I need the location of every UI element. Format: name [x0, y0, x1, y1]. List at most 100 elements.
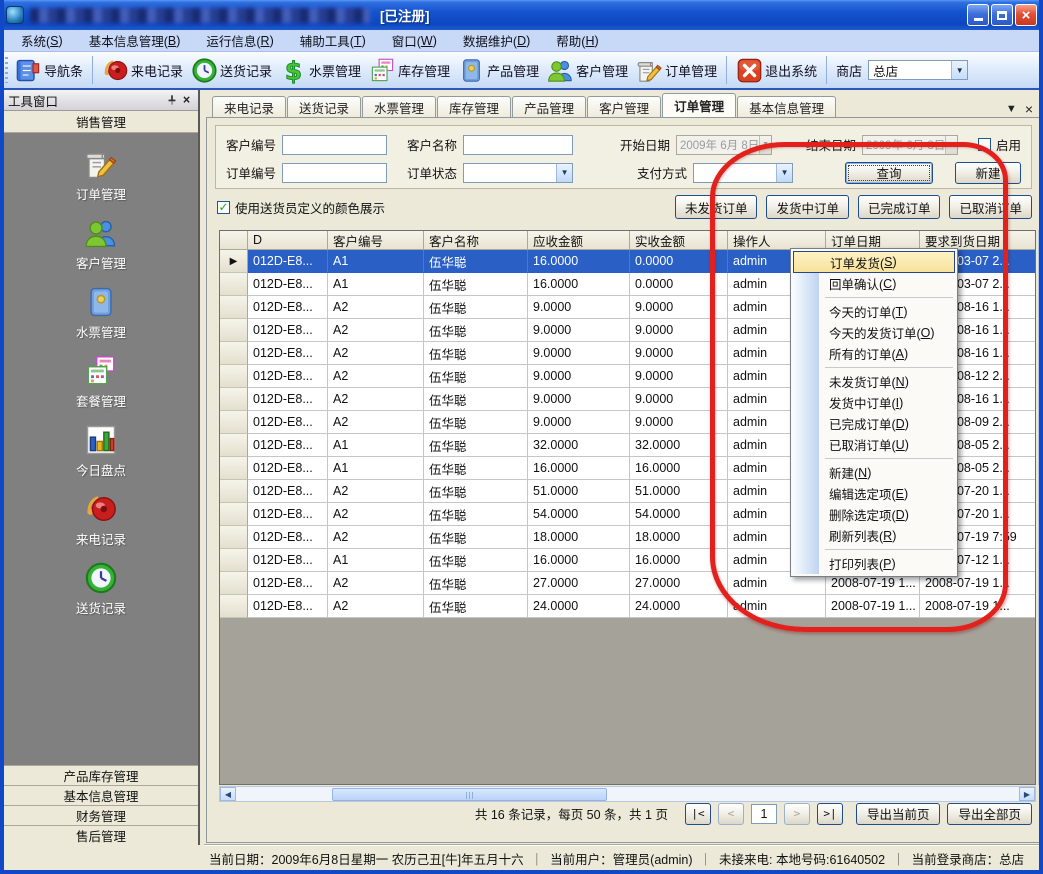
row-selector-cell[interactable]	[220, 434, 248, 457]
close-button[interactable]: ×	[1015, 4, 1037, 26]
context-menu-item-回单确认[interactable]: 回单确认(C)	[793, 273, 955, 294]
enable-checkbox-group[interactable]: ✓ 启用	[978, 135, 1021, 154]
tab-close-icon[interactable]: ×	[1025, 101, 1033, 117]
pin-icon[interactable]	[164, 93, 179, 108]
query-button[interactable]: 查询	[845, 162, 933, 184]
column-header-实收金额[interactable]: 实收金额	[630, 231, 728, 250]
filter-button-发货中订单[interactable]: 发货中订单	[766, 195, 849, 219]
tool-window-close-icon[interactable]: ×	[179, 93, 194, 108]
maximize-button[interactable]	[991, 4, 1013, 26]
row-selector-cell[interactable]	[220, 319, 248, 342]
row-selector-cell[interactable]	[220, 526, 248, 549]
toolbar-button-产品管理[interactable]: 产品管理	[454, 55, 543, 86]
column-header-D[interactable]: D	[248, 231, 328, 250]
first-page-button[interactable]: |<	[685, 803, 711, 825]
row-selector-cell[interactable]	[220, 296, 248, 319]
menu-item-辅助工具[interactable]: 辅助工具(T)	[287, 30, 379, 52]
sidebar-section-财务管理[interactable]: 财务管理	[4, 805, 198, 825]
column-header-客户名称[interactable]: 客户名称	[424, 231, 528, 250]
sidebar-section-售后管理[interactable]: 售后管理	[4, 825, 198, 845]
row-selector-cell[interactable]	[220, 388, 248, 411]
table-row[interactable]: 012D-E8...A2伍华聪24.000024.0000admin2008-0…	[220, 595, 1035, 618]
tab-订单管理[interactable]: 订单管理	[662, 93, 736, 117]
export-current-page-button[interactable]: 导出当前页	[856, 803, 941, 825]
sidebar-item-送货记录[interactable]: 送货记录	[76, 561, 126, 617]
menu-item-窗口[interactable]: 窗口(W)	[379, 30, 450, 52]
tab-基本信息管理[interactable]: 基本信息管理	[737, 96, 836, 117]
sidebar-item-来电记录[interactable]: 来电记录	[76, 492, 126, 548]
sidebar-item-客户管理[interactable]: 客户管理	[76, 216, 126, 272]
shop-dropdown-icon[interactable]: ▼	[951, 61, 967, 79]
export-all-pages-button[interactable]: 导出全部页	[947, 803, 1032, 825]
toolbar-button-客户管理[interactable]: 客户管理	[543, 55, 632, 86]
toolbar-button-订单管理[interactable]: 订单管理	[632, 55, 721, 86]
page-number-input[interactable]: 1	[751, 804, 777, 824]
tab-库存管理[interactable]: 库存管理	[437, 96, 511, 117]
context-menu-item-所有的订单[interactable]: 所有的订单(A)	[793, 343, 955, 364]
context-menu-item-刷新列表[interactable]: 刷新列表(R)	[793, 525, 955, 546]
context-menu-item-编辑选定项[interactable]: 编辑选定项(E)	[793, 483, 955, 504]
row-selector-cell[interactable]: ▶	[220, 250, 248, 273]
order-no-input[interactable]	[282, 163, 387, 183]
tab-送货记录[interactable]: 送货记录	[287, 96, 361, 117]
tab-产品管理[interactable]: 产品管理	[512, 96, 586, 117]
context-menu-item-新建[interactable]: 新建(N)	[793, 462, 955, 483]
order-status-dropdown-icon[interactable]: ▼	[556, 164, 572, 182]
new-button[interactable]: 新建	[955, 162, 1021, 184]
shop-select[interactable]: 总店▼	[868, 60, 968, 80]
next-page-button[interactable]: >	[784, 803, 810, 825]
row-selector-cell[interactable]	[220, 595, 248, 618]
column-header-应收金额[interactable]: 应收金额	[528, 231, 630, 250]
sidebar-section-基本信息管理[interactable]: 基本信息管理	[4, 785, 198, 805]
minimize-button[interactable]	[967, 4, 989, 26]
menu-item-基本信息管理[interactable]: 基本信息管理(B)	[76, 30, 194, 52]
toolbar-button-水票管理[interactable]: $水票管理	[276, 55, 365, 86]
column-header-客户编号[interactable]: 客户编号	[328, 231, 424, 250]
context-menu-item-已取消订单[interactable]: 已取消订单(U)	[793, 434, 955, 455]
filter-button-已取消订单[interactable]: 已取消订单	[949, 195, 1032, 219]
toolbar-button-退出系统[interactable]: 退出系统	[732, 55, 821, 86]
customer-no-input[interactable]	[282, 135, 387, 155]
context-menu-item-订单发货[interactable]: 订单发货(S)	[793, 251, 955, 273]
tab-来电记录[interactable]: 来电记录	[212, 96, 286, 117]
row-selector-cell[interactable]	[220, 365, 248, 388]
row-selector-cell[interactable]	[220, 457, 248, 480]
toolbar-button-库存管理[interactable]: 库存管理	[365, 55, 454, 86]
menu-item-数据维护[interactable]: 数据维护(D)	[450, 30, 543, 52]
pay-method-dropdown-icon[interactable]: ▼	[776, 164, 792, 182]
tab-水票管理[interactable]: 水票管理	[362, 96, 436, 117]
context-menu-item-删除选定项[interactable]: 删除选定项(D)	[793, 504, 955, 525]
row-selector-cell[interactable]	[220, 503, 248, 526]
context-menu-item-今天的发货订单[interactable]: 今天的发货订单(O)	[793, 322, 955, 343]
row-selector-cell[interactable]	[220, 480, 248, 503]
pay-method-select[interactable]: ▼	[693, 163, 793, 183]
color-checkbox[interactable]: ✓	[217, 201, 230, 214]
sidebar-item-水票管理[interactable]: 水票管理	[76, 285, 126, 341]
sidebar-item-订单管理[interactable]: 订单管理	[76, 147, 126, 203]
end-date-picker[interactable]: 2009年 6月 8日 ▼	[862, 135, 958, 155]
vertical-scroll-thumb[interactable]	[1039, 245, 1043, 355]
menu-item-系统[interactable]: 系统(S)	[8, 30, 76, 52]
color-checkbox-group[interactable]: ✓ 使用送货员定义的颜色展示	[217, 198, 385, 217]
toolbar-button-导航条[interactable]: 导航条	[11, 55, 87, 86]
row-selector-cell[interactable]	[220, 273, 248, 296]
sidebar-section-产品库存管理[interactable]: 产品库存管理	[4, 765, 198, 785]
tab-list-dropdown-icon[interactable]: ▼	[1006, 103, 1017, 115]
row-selector-cell[interactable]	[220, 342, 248, 365]
enable-checkbox[interactable]: ✓	[978, 138, 991, 151]
context-menu-item-发货中订单[interactable]: 发货中订单(I)	[793, 392, 955, 413]
sidebar-item-今日盘点[interactable]: 今日盘点	[76, 423, 126, 479]
customer-name-input[interactable]	[463, 135, 573, 155]
sidebar-item-套餐管理[interactable]: 套餐管理	[76, 354, 126, 410]
filter-button-未发货订单[interactable]: 未发货订单	[675, 195, 758, 219]
vertical-scrollbar[interactable]: ▲ ▼	[1038, 230, 1043, 785]
context-menu-item-已完成订单[interactable]: 已完成订单(D)	[793, 413, 955, 434]
prev-page-button[interactable]: <	[718, 803, 744, 825]
order-status-select[interactable]: ▼	[463, 163, 573, 183]
menu-item-运行信息[interactable]: 运行信息(R)	[193, 30, 286, 52]
sidebar-section-sales[interactable]: 销售管理	[4, 111, 198, 133]
row-selector-cell[interactable]	[220, 411, 248, 434]
last-page-button[interactable]: >|	[817, 803, 843, 825]
toolbar-button-来电记录[interactable]: 来电记录	[98, 55, 187, 86]
start-date-dropdown-icon[interactable]: ▼	[759, 136, 771, 154]
